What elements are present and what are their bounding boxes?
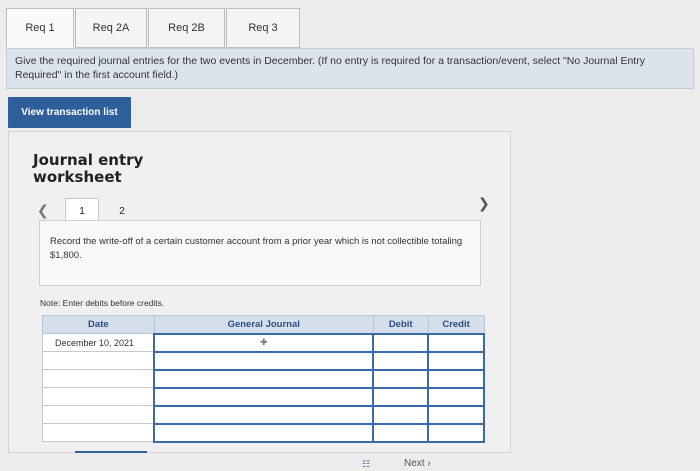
instructions-text: Give the required journal entries for th…	[6, 48, 694, 89]
credit-input[interactable]	[427, 386, 485, 407]
debit-input[interactable]	[372, 404, 430, 425]
tab-req-2a[interactable]: Req 2A	[75, 8, 147, 48]
tab-req-2b[interactable]: Req 2B	[148, 8, 225, 48]
table-row	[42, 386, 485, 407]
journal-table: Date General Journal Debit Credit Decemb…	[42, 315, 485, 443]
credit-header: Credit	[427, 315, 485, 334]
account-select[interactable]	[153, 350, 375, 371]
table-row	[42, 350, 485, 371]
transaction-prompt: Record the write-off of a certain custom…	[39, 220, 481, 286]
credit-input[interactable]	[427, 422, 485, 443]
date-cell[interactable]	[42, 423, 155, 442]
requirement-tabs: Req 1 Req 2A Req 2B Req 3	[6, 8, 301, 48]
grid-icon[interactable]: ☷	[362, 459, 370, 470]
view-transaction-list-button[interactable]: View transaction list	[8, 97, 131, 128]
prev-page-icon[interactable]: ❮	[37, 202, 49, 219]
journal-entry-worksheet: Journal entry worksheet ❮ 1 2 Record the…	[8, 131, 511, 453]
next-button[interactable]: Next ›	[404, 458, 431, 469]
debit-input[interactable]	[372, 386, 430, 407]
account-select[interactable]	[153, 368, 375, 389]
tab-req-3[interactable]: Req 3	[226, 8, 300, 48]
table-row	[42, 422, 485, 443]
table-row: December 10, 2021 ✚	[42, 332, 485, 353]
table-row	[42, 368, 485, 389]
bottom-divider	[75, 451, 147, 453]
date-cell[interactable]	[42, 351, 155, 370]
date-cell[interactable]: December 10, 2021	[42, 333, 155, 352]
debit-input[interactable]	[372, 368, 430, 389]
debit-input[interactable]	[372, 422, 430, 443]
date-cell[interactable]	[42, 387, 155, 406]
account-select[interactable]: ✚	[153, 332, 375, 353]
account-select[interactable]	[153, 422, 375, 443]
tab-req-1[interactable]: Req 1	[6, 8, 74, 48]
debit-input[interactable]	[372, 332, 430, 353]
debit-header: Debit	[372, 315, 429, 334]
date-header: Date	[42, 315, 155, 334]
credit-input[interactable]	[427, 404, 485, 425]
credit-input[interactable]	[427, 332, 485, 353]
debit-input[interactable]	[372, 350, 430, 371]
table-row	[42, 404, 485, 425]
account-select[interactable]	[153, 404, 375, 425]
table-header-row: Date General Journal Debit Credit	[42, 315, 485, 334]
general-journal-header: General Journal	[153, 315, 374, 334]
credit-input[interactable]	[427, 350, 485, 371]
credit-input[interactable]	[427, 368, 485, 389]
debit-credit-note: Note: Enter debits before credits.	[40, 298, 165, 308]
worksheet-title: Journal entry worksheet	[33, 151, 144, 186]
next-page-icon[interactable]: ❯	[478, 195, 490, 212]
account-select[interactable]	[153, 386, 375, 407]
date-cell[interactable]	[42, 405, 155, 424]
date-cell[interactable]	[42, 369, 155, 388]
